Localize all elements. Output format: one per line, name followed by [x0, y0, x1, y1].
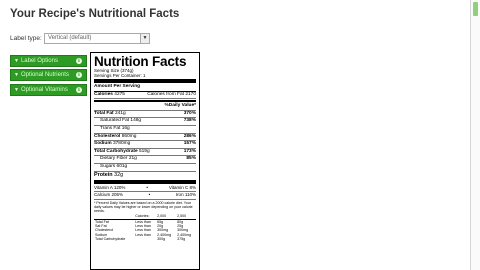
vitamin-right: Vitamin C 8%	[168, 184, 196, 190]
nutrient-amount: 860mg	[121, 133, 137, 139]
bullet-icon: •	[148, 192, 151, 198]
vitamin-row: Calcium 205% • Iron 110%	[94, 192, 196, 200]
bullet-icon: •	[146, 184, 148, 190]
label-type-label: Label type:	[10, 34, 42, 42]
protein-label: Protein	[94, 171, 113, 178]
label-type-select[interactable]: Vertical (default) ▼	[44, 32, 150, 44]
nutrient-name: Saturated Fat	[100, 118, 130, 124]
calories-row: Calories 4275 Calories from Fat 2170	[94, 92, 196, 100]
optional-nutrients-button[interactable]: ▼ Optional Nutrients i	[10, 69, 87, 81]
nutrition-facts-title: Nutrition Facts	[94, 54, 187, 69]
nutrient-name: Total Carbohydrate	[94, 148, 138, 154]
nutrient-name: Cholesterol	[94, 133, 121, 139]
vitamin-right: Iron 110%	[175, 192, 196, 198]
protein-cell: Protein 32g	[94, 172, 123, 179]
nutrient-label-cell: Total Fat 241g	[94, 111, 126, 118]
nutrient-rows: Total Fat 241g 370% Saturated Fat 148g 738%…	[94, 111, 196, 172]
triangle-down-icon: ▼	[14, 72, 19, 78]
nutrient-daily-value: 286%	[183, 133, 196, 139]
nutrient-daily-value: 173%	[183, 148, 196, 154]
reference-table-cell	[134, 237, 156, 241]
scrollbar-thumb[interactable]	[473, 2, 478, 16]
daily-value-header: %Daily Value*	[164, 103, 196, 109]
label-options-label: Label Options	[20, 58, 58, 64]
amount-per-serving-row: Amount Per Serving	[94, 84, 196, 91]
nutrient-label-cell: Sodium 3780mg	[94, 141, 130, 148]
nutrient-row: Saturated Fat 148g 738%	[94, 118, 196, 126]
calories-from-fat: Calories from Fat 2170	[147, 91, 196, 97]
daily-value-reference-table: Calories: 2,000 2,500 Total Fat Less than 65g…	[94, 214, 196, 241]
nutrient-daily-value: 370%	[183, 110, 196, 116]
nutrient-name: Total Fat	[94, 110, 114, 116]
nutrient-name: Sodium	[94, 141, 112, 147]
nutrient-amount: 241g	[114, 110, 126, 116]
nutrient-label-cell: Total Carbohydrate 519g	[94, 149, 150, 156]
calories-label: Calories	[94, 91, 113, 97]
vitamin-rows: Vitamin A 120% • Vitamin C 8% Calcium 205% •…	[94, 185, 196, 200]
protein-amount: 32g	[114, 171, 124, 178]
reference-table-row: Cholesterol Less than 300mg 300mg	[94, 228, 196, 232]
thick-divider	[94, 179, 196, 184]
nutrient-amount: 519g	[138, 148, 150, 154]
nutrient-row: Trans Fat 16g	[94, 126, 196, 134]
thick-divider	[94, 79, 196, 83]
reference-table-cell: 300g	[157, 236, 166, 241]
nutrient-daily-value: 157%	[183, 141, 196, 147]
triangle-down-icon: ▼	[14, 58, 19, 64]
info-circle-icon[interactable]: i	[76, 72, 82, 78]
nutrient-amount: 601g	[116, 163, 128, 169]
reference-table-row: Total Carbohydrate 300g 375g	[94, 237, 196, 241]
info-circle-icon[interactable]: i	[76, 58, 82, 64]
nutrient-amount: 16g	[121, 125, 130, 131]
calories-cell: Calories 4275	[94, 92, 125, 99]
vitamin-left: Vitamin A 120%	[94, 184, 126, 190]
calories-value: 4275	[114, 91, 125, 97]
nutrient-amount: 148g	[130, 118, 142, 124]
label-options-button[interactable]: ▼ Label Options i	[10, 55, 87, 67]
nutrient-row: Dietary Fiber 21g 85%	[94, 156, 196, 164]
nutrient-daily-value: 85%	[186, 156, 196, 162]
daily-value-header-row: %Daily Value*	[94, 103, 196, 111]
nutrient-label-cell: Saturated Fat 148g	[100, 118, 141, 125]
protein-row: Protein 32g	[94, 172, 196, 179]
optional-nutrients-label: Optional Nutrients	[20, 72, 69, 78]
nutrient-amount: 21g	[128, 156, 137, 162]
servings-per-container: Servings Per Container: 1	[94, 73, 146, 78]
nutrient-row: Sodium 3780mg 157%	[94, 141, 196, 149]
vitamin-row: Vitamin A 120% • Vitamin C 8%	[94, 185, 196, 193]
amount-per-serving: Amount Per Serving	[94, 84, 141, 89]
nutrient-name: Sugars	[100, 163, 116, 169]
scrollbar-track[interactable]	[471, 0, 480, 270]
nutrient-name: Trans Fat	[100, 125, 121, 131]
optional-vitamins-label: Optional Vitamins	[20, 87, 68, 93]
nutrient-label-cell: Sugars 601g	[100, 164, 127, 171]
reference-table-cell: 375g	[177, 236, 186, 241]
label-type-row: Label type: Vertical (default) ▼	[10, 32, 150, 44]
nutrient-daily-value: 738%	[183, 118, 196, 124]
info-circle-icon[interactable]: i	[76, 87, 82, 93]
nutrient-label-cell: Cholesterol 860mg	[94, 134, 136, 141]
chevron-down-icon: ▼	[140, 33, 149, 43]
label-type-value: Vertical (default)	[48, 34, 92, 41]
reference-table-cell: Total Carbohydrate	[95, 236, 126, 241]
optional-vitamins-button[interactable]: ▼ Optional Vitamins i	[10, 84, 87, 96]
vitamin-left: Calcium 205%	[94, 192, 124, 198]
nutrient-label-cell: Trans Fat 16g	[100, 126, 130, 133]
nutrient-row: Sugars 601g	[94, 164, 196, 172]
nutrition-facts-label: Nutrition Facts Serving Size (374g) Serv…	[90, 52, 200, 270]
triangle-down-icon: ▼	[14, 87, 19, 93]
nutrient-name: Dietary Fiber	[100, 156, 128, 162]
nutrient-amount: 3780mg	[112, 141, 131, 147]
nutrient-label-cell: Dietary Fiber 21g	[100, 156, 137, 163]
daily-value-footnote: * Percent Daily Values are based on a 20…	[94, 200, 193, 214]
page-title: Your Recipe's Nutritional Facts	[10, 8, 180, 20]
medium-divider	[94, 100, 196, 103]
